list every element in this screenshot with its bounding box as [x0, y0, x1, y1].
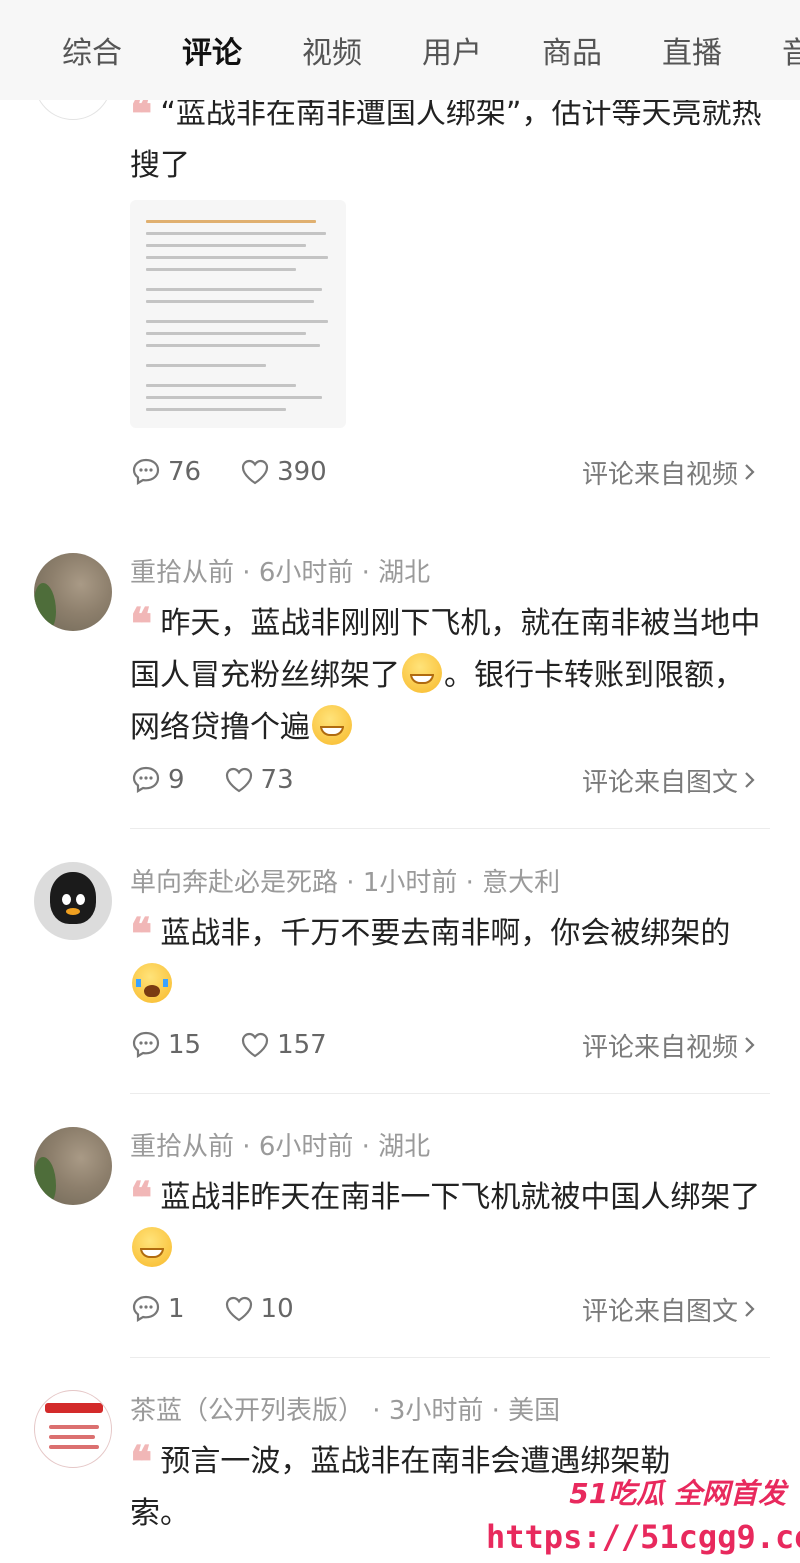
like-button[interactable]: 10: [223, 1293, 294, 1325]
comment-location: 意大利: [482, 868, 561, 898]
comment-bubble-icon: [132, 1031, 160, 1058]
like-count: 73: [260, 765, 294, 795]
chevron-right-icon: [745, 772, 755, 788]
quote-icon: ❛❛: [130, 89, 152, 140]
tab-video[interactable]: 视频: [302, 28, 362, 72]
reply-count: 9: [168, 765, 185, 795]
tab-music[interactable]: 音: [782, 28, 800, 72]
avatar[interactable]: [34, 553, 112, 631]
divider: [130, 1357, 770, 1358]
author-name[interactable]: 重拾从前: [130, 558, 234, 588]
grin-sweat-emoji-icon: [132, 1227, 172, 1267]
watermark-url: https://51cgg9.com: [486, 1518, 800, 1556]
source-label: 评论来自视频: [581, 1032, 738, 1063]
comment-time: 6小时前: [258, 1132, 354, 1162]
quote-icon: ❛❛: [130, 1173, 152, 1224]
comment-bubble-icon: [132, 458, 160, 485]
watermark-title: 51吃瓜 全网首发: [569, 1477, 786, 1510]
heart-icon: [225, 767, 252, 793]
author-name[interactable]: 单向奔赴必是死路: [130, 868, 338, 898]
avatar[interactable]: [34, 1390, 112, 1468]
author-name[interactable]: 重拾从前: [130, 1132, 234, 1162]
quote-icon: ❛❛: [130, 599, 152, 650]
comment-text: ❛❛ “蓝战非在南非遭国人绑架”，估计等天亮就热搜了: [130, 89, 762, 184]
grin-sweat-emoji-icon: [312, 705, 352, 745]
reply-button[interactable]: 9: [130, 764, 185, 796]
avatar[interactable]: [34, 862, 112, 940]
comment-time: 6小时前: [258, 558, 354, 588]
reply-button[interactable]: 15: [130, 1029, 201, 1061]
comment-meta: 单向奔赴必是死路 · 1小时前 · 意大利: [130, 868, 561, 898]
heart-icon: [225, 1296, 252, 1322]
like-count: 390: [277, 457, 327, 487]
reply-count: 1: [168, 1294, 185, 1324]
comment-location: 湖北: [378, 558, 431, 588]
tab-goods[interactable]: 商品: [542, 28, 602, 72]
heart-icon: [241, 1032, 269, 1058]
tab-users[interactable]: 用户: [422, 28, 482, 72]
comment-location: 湖北: [378, 1132, 431, 1162]
watermark: 51吃瓜 全网首发 https://51cgg9.com: [486, 1472, 800, 1562]
chevron-right-icon: [745, 464, 755, 480]
comment-time: 3小时前: [388, 1396, 484, 1426]
like-count: 10: [260, 1294, 294, 1324]
divider: [130, 1093, 770, 1094]
source-link[interactable]: 评论来自视频: [582, 454, 766, 491]
reply-count: 76: [168, 457, 202, 487]
like-count: 157: [277, 1030, 327, 1060]
like-button[interactable]: 73: [223, 764, 294, 796]
tab-all[interactable]: 综合: [62, 28, 122, 72]
grin-emoji-icon: [402, 653, 442, 693]
comment-meta: 重拾从前 · 6小时前 · 湖北: [130, 1132, 431, 1162]
divider: [130, 828, 770, 829]
like-button[interactable]: 390: [239, 456, 327, 488]
source-link[interactable]: 评论来自视频: [582, 1027, 766, 1064]
comment-text: ❛❛ 蓝战非昨天在南非一下飞机就被中国人绑架了: [130, 1172, 770, 1276]
reply-count: 15: [168, 1030, 202, 1060]
source-link[interactable]: 评论来自图文: [582, 762, 766, 799]
source-label: 评论来自图文: [581, 1296, 738, 1327]
comment-meta: 重拾从前 · 6小时前 · 湖北: [130, 558, 431, 588]
chevron-right-icon: [745, 1037, 755, 1053]
comment-text: ❛❛ 蓝战非，千万不要去南非啊，你会被绑架的: [130, 908, 770, 1012]
comment-actions: 9 73 评论来自图文: [130, 760, 766, 800]
reply-button[interactable]: 1: [130, 1293, 185, 1325]
tab-comments[interactable]: 评论: [182, 28, 242, 72]
comment-text: ❛❛ 昨天，蓝战非刚刚下飞机，就在南非被当地中国人冒充粉丝绑架了 。银行卡转账到限额…: [130, 599, 761, 745]
comment-meta: 茶蓝（公开列表版） · 3小时前 · 美国: [130, 1396, 561, 1426]
source-label: 评论来自视频: [581, 459, 738, 490]
quote-icon: ❛❛: [130, 1437, 152, 1488]
comment-image[interactable]: [130, 200, 346, 428]
reply-button[interactable]: 76: [130, 456, 201, 488]
comment-bubble-icon: [132, 1295, 160, 1322]
tab-live[interactable]: 直播: [662, 28, 722, 72]
quote-icon: ❛❛: [130, 909, 152, 960]
comment-time: 1小时前: [362, 868, 458, 898]
comment-actions: 15 157 评论来自视频: [130, 1025, 766, 1065]
source-label: 评论来自图文: [581, 767, 738, 798]
comment-bubble-icon: [132, 766, 160, 793]
like-button[interactable]: 157: [239, 1029, 327, 1061]
avatar[interactable]: [34, 1127, 112, 1205]
chevron-right-icon: [745, 1301, 755, 1317]
source-link[interactable]: 评论来自图文: [582, 1291, 766, 1328]
crying-emoji-icon: [132, 963, 172, 1003]
author-name[interactable]: 茶蓝（公开列表版）: [130, 1396, 364, 1426]
comment-location: 美国: [508, 1396, 561, 1426]
search-tabs: 综合 评论 视频 用户 商品 直播 音: [0, 0, 800, 100]
comment-actions: 76 390 评论来自视频: [130, 452, 766, 492]
comment-actions: 1 10 评论来自图文: [130, 1289, 766, 1329]
heart-icon: [241, 459, 269, 485]
